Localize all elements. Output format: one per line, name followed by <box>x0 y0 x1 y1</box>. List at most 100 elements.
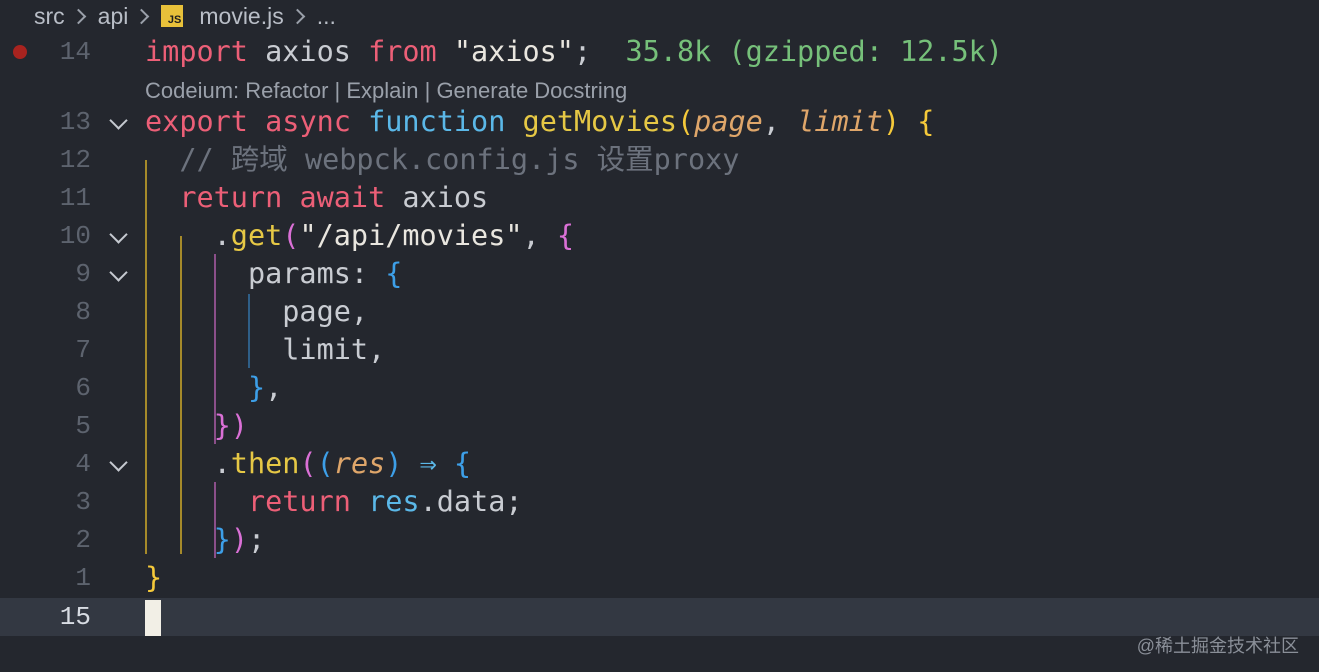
code-token: return <box>247 485 351 518</box>
line-number: 10 <box>59 221 91 251</box>
code-token: // 跨域 webpck.config.js 设置proxy <box>145 143 740 176</box>
chevron-right-icon <box>70 8 86 24</box>
code-line-13[interactable]: 13 export async function getMovies(page,… <box>0 103 1319 141</box>
code-token: ( <box>299 447 317 480</box>
code-text: // 跨域 webpck.config.js 设置proxy <box>145 141 739 179</box>
code-text: export async function getMovies(page, li… <box>145 103 934 141</box>
code-token: get <box>230 219 283 252</box>
code-token: { <box>917 105 935 138</box>
code-editor[interactable]: 14 import axios from "axios"; 35.8k (gzi… <box>0 32 1319 672</box>
code-token: .data; <box>419 485 523 518</box>
code-token: ( <box>676 105 695 138</box>
javascript-file-icon: JS <box>161 5 184 27</box>
code-token: page, <box>145 295 369 328</box>
code-line-7[interactable]: 7 limit, <box>0 331 1319 369</box>
line-number: 14 <box>59 37 91 67</box>
code-text: return res.data; <box>145 483 523 521</box>
line-number: 2 <box>75 525 91 555</box>
code-token: } <box>213 523 231 556</box>
code-text: }) <box>145 407 248 445</box>
code-line-1[interactable]: 1 } <box>0 559 1319 597</box>
code-line-14[interactable]: 14 import axios from "axios"; 35.8k (gzi… <box>0 33 1319 71</box>
chevron-down-icon[interactable] <box>109 225 128 244</box>
code-token: axios <box>385 181 489 214</box>
chevron-down-icon[interactable] <box>109 111 128 130</box>
code-token: ) <box>230 523 248 556</box>
line-number: 12 <box>59 145 91 175</box>
code-line-15[interactable]: 15 <box>0 598 1319 636</box>
code-token: params: <box>145 257 386 290</box>
code-token: import <box>145 35 248 68</box>
code-token: from <box>368 35 437 68</box>
code-token: limit <box>797 105 883 138</box>
code-token: }) <box>213 409 248 442</box>
line-number: 6 <box>75 373 91 403</box>
code-line-8[interactable]: 8 page, <box>0 293 1319 331</box>
code-token: { <box>453 447 472 480</box>
code-token: export <box>145 105 248 138</box>
breadcrumb-item-api[interactable]: api <box>98 3 129 30</box>
code-text: limit, <box>145 331 385 369</box>
code-token: { <box>385 257 403 290</box>
breadcrumb-item-symbol[interactable]: ... <box>317 3 336 30</box>
line-number: 1 <box>75 563 91 593</box>
code-text: return await axios <box>145 179 488 217</box>
code-token: getMovies <box>522 105 677 138</box>
breadcrumb-item-file[interactable]: movie.js <box>199 3 283 30</box>
code-token: ) <box>385 447 403 480</box>
code-token: page <box>694 105 763 138</box>
line-number: 5 <box>75 411 91 441</box>
chevron-down-icon[interactable] <box>109 453 128 472</box>
code-token: axios <box>247 35 369 68</box>
code-line-11[interactable]: 11 return await axios <box>0 179 1319 217</box>
code-line-3[interactable]: 3 return res.data; <box>0 483 1319 521</box>
code-line-10[interactable]: 10 .get("/api/movies", { <box>0 217 1319 255</box>
code-token: then <box>230 447 300 480</box>
line-number: 11 <box>59 183 91 213</box>
code-line-2[interactable]: 2 }); <box>0 521 1319 559</box>
code-text: params: { <box>145 255 402 293</box>
code-token: , <box>265 371 283 404</box>
code-line-9[interactable]: 9 params: { <box>0 255 1319 293</box>
line-number: 13 <box>59 107 91 137</box>
code-line-5[interactable]: 5 }) <box>0 407 1319 445</box>
code-token: ; <box>247 523 266 556</box>
code-text: import axios from "axios"; 35.8k (gzippe… <box>145 33 1003 71</box>
code-token: { <box>556 219 575 252</box>
code-token: return <box>179 181 283 214</box>
code-token: , <box>522 219 557 252</box>
code-text: }, <box>145 369 282 407</box>
code-text: .then((res) ⇒ { <box>145 445 471 483</box>
code-line-4[interactable]: 4 .then((res) ⇒ { <box>0 445 1319 483</box>
code-line-12[interactable]: 12 // 跨域 webpck.config.js 设置proxy <box>0 141 1319 179</box>
line-number: 9 <box>75 259 91 289</box>
code-token: . <box>145 219 231 252</box>
code-text: .get("/api/movies", { <box>145 217 574 255</box>
code-token: limit, <box>145 333 386 366</box>
code-text: page, <box>145 293 368 331</box>
line-number: 4 <box>75 449 91 479</box>
code-token: } <box>247 371 266 404</box>
code-token: ⇒ <box>402 447 454 480</box>
breadcrumb-item-src[interactable]: src <box>34 3 65 30</box>
line-number: 3 <box>75 487 91 517</box>
code-line-6[interactable]: 6 }, <box>0 369 1319 407</box>
chevron-right-icon <box>289 8 306 24</box>
code-token: , <box>762 105 798 138</box>
code-token: ( <box>316 447 334 480</box>
watermark: @稀土掘金技术社区 <box>1136 636 1299 656</box>
code-token: res <box>368 485 420 518</box>
chevron-down-icon[interactable] <box>109 263 128 282</box>
code-token: res <box>333 447 386 480</box>
code-token: . <box>145 447 231 480</box>
code-token: async <box>265 105 351 138</box>
